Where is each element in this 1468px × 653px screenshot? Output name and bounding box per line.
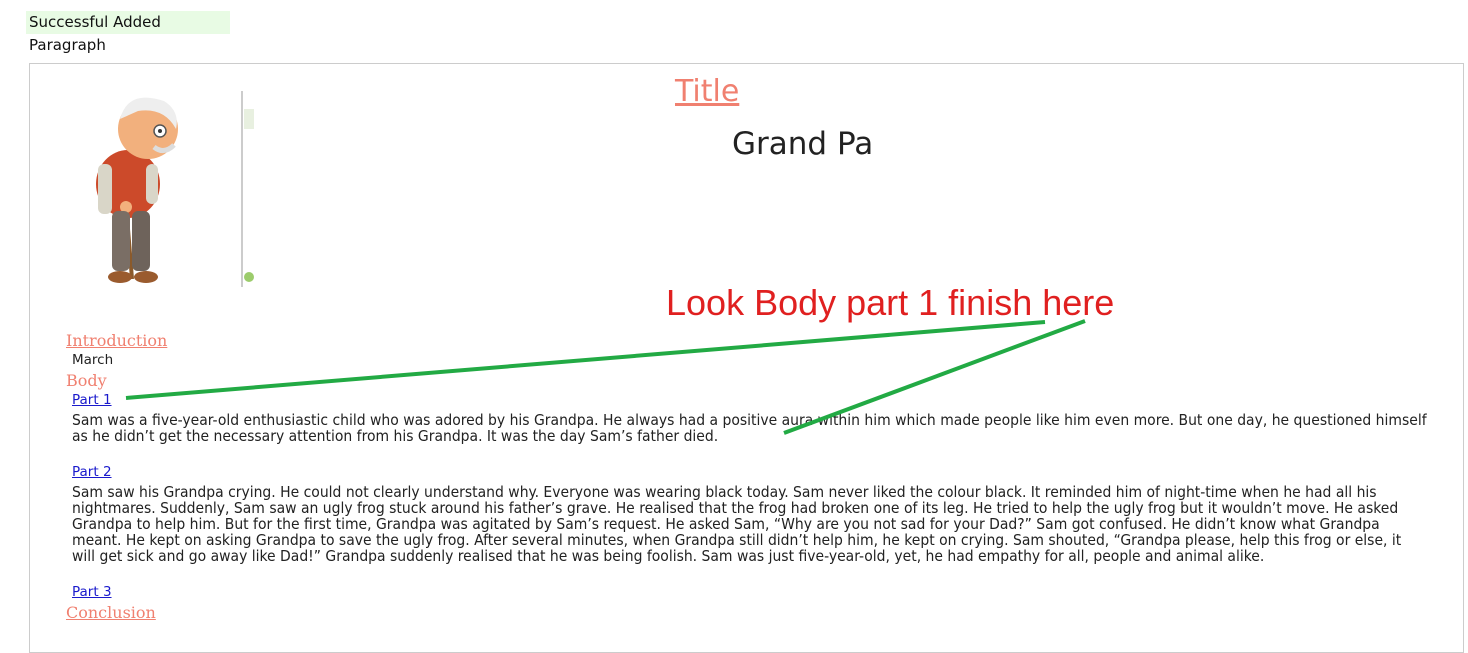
annotation-text: Look Body part 1 finish here: [666, 282, 1114, 323]
annotation-arrow-line-2: [783, 319, 1086, 435]
annotation-overlay: Look Body part 1 finish here: [125, 282, 1114, 435]
